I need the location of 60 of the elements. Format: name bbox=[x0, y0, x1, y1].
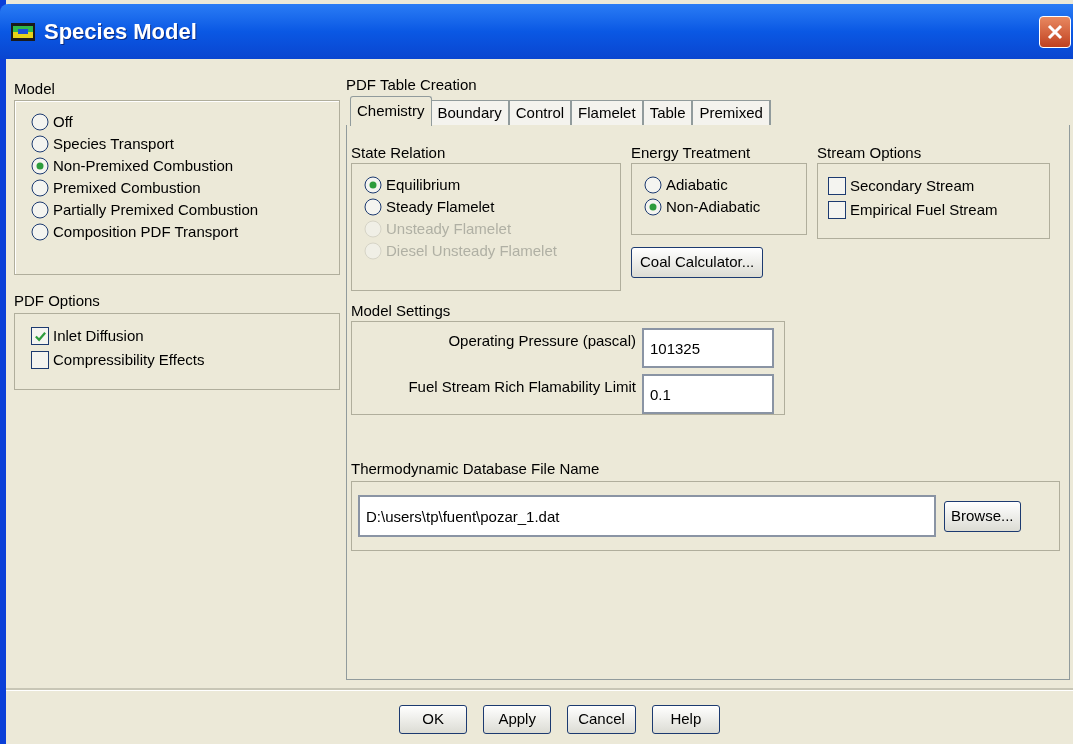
field-label: Operating Pressure (pascal) bbox=[448, 331, 636, 351]
group-label: PDF Options bbox=[14, 291, 101, 311]
option-label: Composition PDF Transport bbox=[53, 221, 239, 242]
coal-calculator-button[interactable]: Coal Calculator... bbox=[631, 247, 764, 278]
tab[interactable]: Table bbox=[643, 100, 694, 125]
option-label: Unsteady Flamelet bbox=[386, 218, 512, 239]
radio-button[interactable] bbox=[644, 176, 662, 194]
option-label: Off bbox=[53, 111, 73, 132]
browse-button[interactable]: Browse... bbox=[944, 500, 1021, 532]
dialog-button[interactable]: Help bbox=[651, 704, 720, 734]
radio-button[interactable] bbox=[364, 198, 382, 216]
radio-button[interactable] bbox=[31, 157, 49, 175]
option-label: Steady Flamelet bbox=[386, 196, 495, 217]
option-label: Empirical Fuel Stream bbox=[850, 199, 998, 220]
option-label: Inlet Diffusion bbox=[53, 325, 144, 346]
radio-button[interactable] bbox=[644, 198, 662, 216]
radio-button[interactable] bbox=[31, 223, 49, 241]
option-label: Species Transport bbox=[53, 133, 174, 154]
option-label: Compressibility Effects bbox=[53, 349, 205, 370]
option-label: Non-Adiabatic bbox=[666, 196, 761, 217]
group-label: Stream Options bbox=[817, 143, 923, 163]
checkmark-icon bbox=[33, 329, 47, 343]
dialog-button[interactable]: Cancel bbox=[567, 704, 636, 734]
option-label: Equilibrium bbox=[386, 174, 461, 195]
tab[interactable]: Premixed bbox=[693, 100, 771, 125]
file-name-field[interactable]: D:\users\tp\fuent\pozar_1.dat bbox=[358, 495, 936, 537]
app-icon bbox=[10, 20, 36, 43]
group-label: PDF Table Creation bbox=[346, 75, 478, 95]
checkbox[interactable] bbox=[31, 351, 49, 369]
window-title: Species Model bbox=[44, 18, 197, 46]
dialog-button[interactable]: Apply bbox=[483, 704, 552, 734]
checkbox[interactable] bbox=[31, 327, 49, 345]
radio-button[interactable] bbox=[364, 176, 382, 194]
number-field[interactable]: 101325 bbox=[642, 328, 774, 368]
close-icon bbox=[1046, 22, 1064, 41]
dialog-button[interactable]: OK bbox=[399, 704, 468, 734]
radio-button[interactable] bbox=[31, 201, 49, 219]
radio-button[interactable] bbox=[31, 135, 49, 153]
tab[interactable]: Flamelet bbox=[572, 100, 644, 125]
checkbox[interactable] bbox=[828, 177, 846, 195]
field-label: Fuel Stream Rich Flamability Limit bbox=[408, 377, 636, 397]
close-button[interactable] bbox=[1039, 15, 1071, 48]
option-label: Diesel Unsteady Flamelet bbox=[386, 240, 557, 261]
tab[interactable]: Control bbox=[509, 100, 573, 125]
tab[interactable]: Boundary bbox=[431, 100, 510, 125]
number-field[interactable]: 0.1 bbox=[642, 374, 774, 414]
checkbox[interactable] bbox=[828, 201, 846, 219]
option-label: Secondary Stream bbox=[850, 175, 975, 196]
option-label: Non-Premixed Combustion bbox=[53, 155, 234, 176]
option-label: Partially Premixed Combustion bbox=[53, 199, 259, 220]
group-label: Thermodynamic Database File Name bbox=[351, 459, 601, 479]
option-label: Adiabatic bbox=[666, 174, 728, 195]
group-label: Energy Treatment bbox=[631, 143, 752, 163]
option-label: Premixed Combustion bbox=[53, 177, 201, 198]
group-label: State Relation bbox=[351, 143, 447, 163]
group-label: Model Settings bbox=[351, 301, 452, 321]
radio-button[interactable] bbox=[31, 113, 49, 131]
radio-button[interactable] bbox=[31, 179, 49, 197]
tab[interactable]: Chemistry bbox=[350, 96, 432, 126]
group-label: Model bbox=[14, 79, 56, 99]
